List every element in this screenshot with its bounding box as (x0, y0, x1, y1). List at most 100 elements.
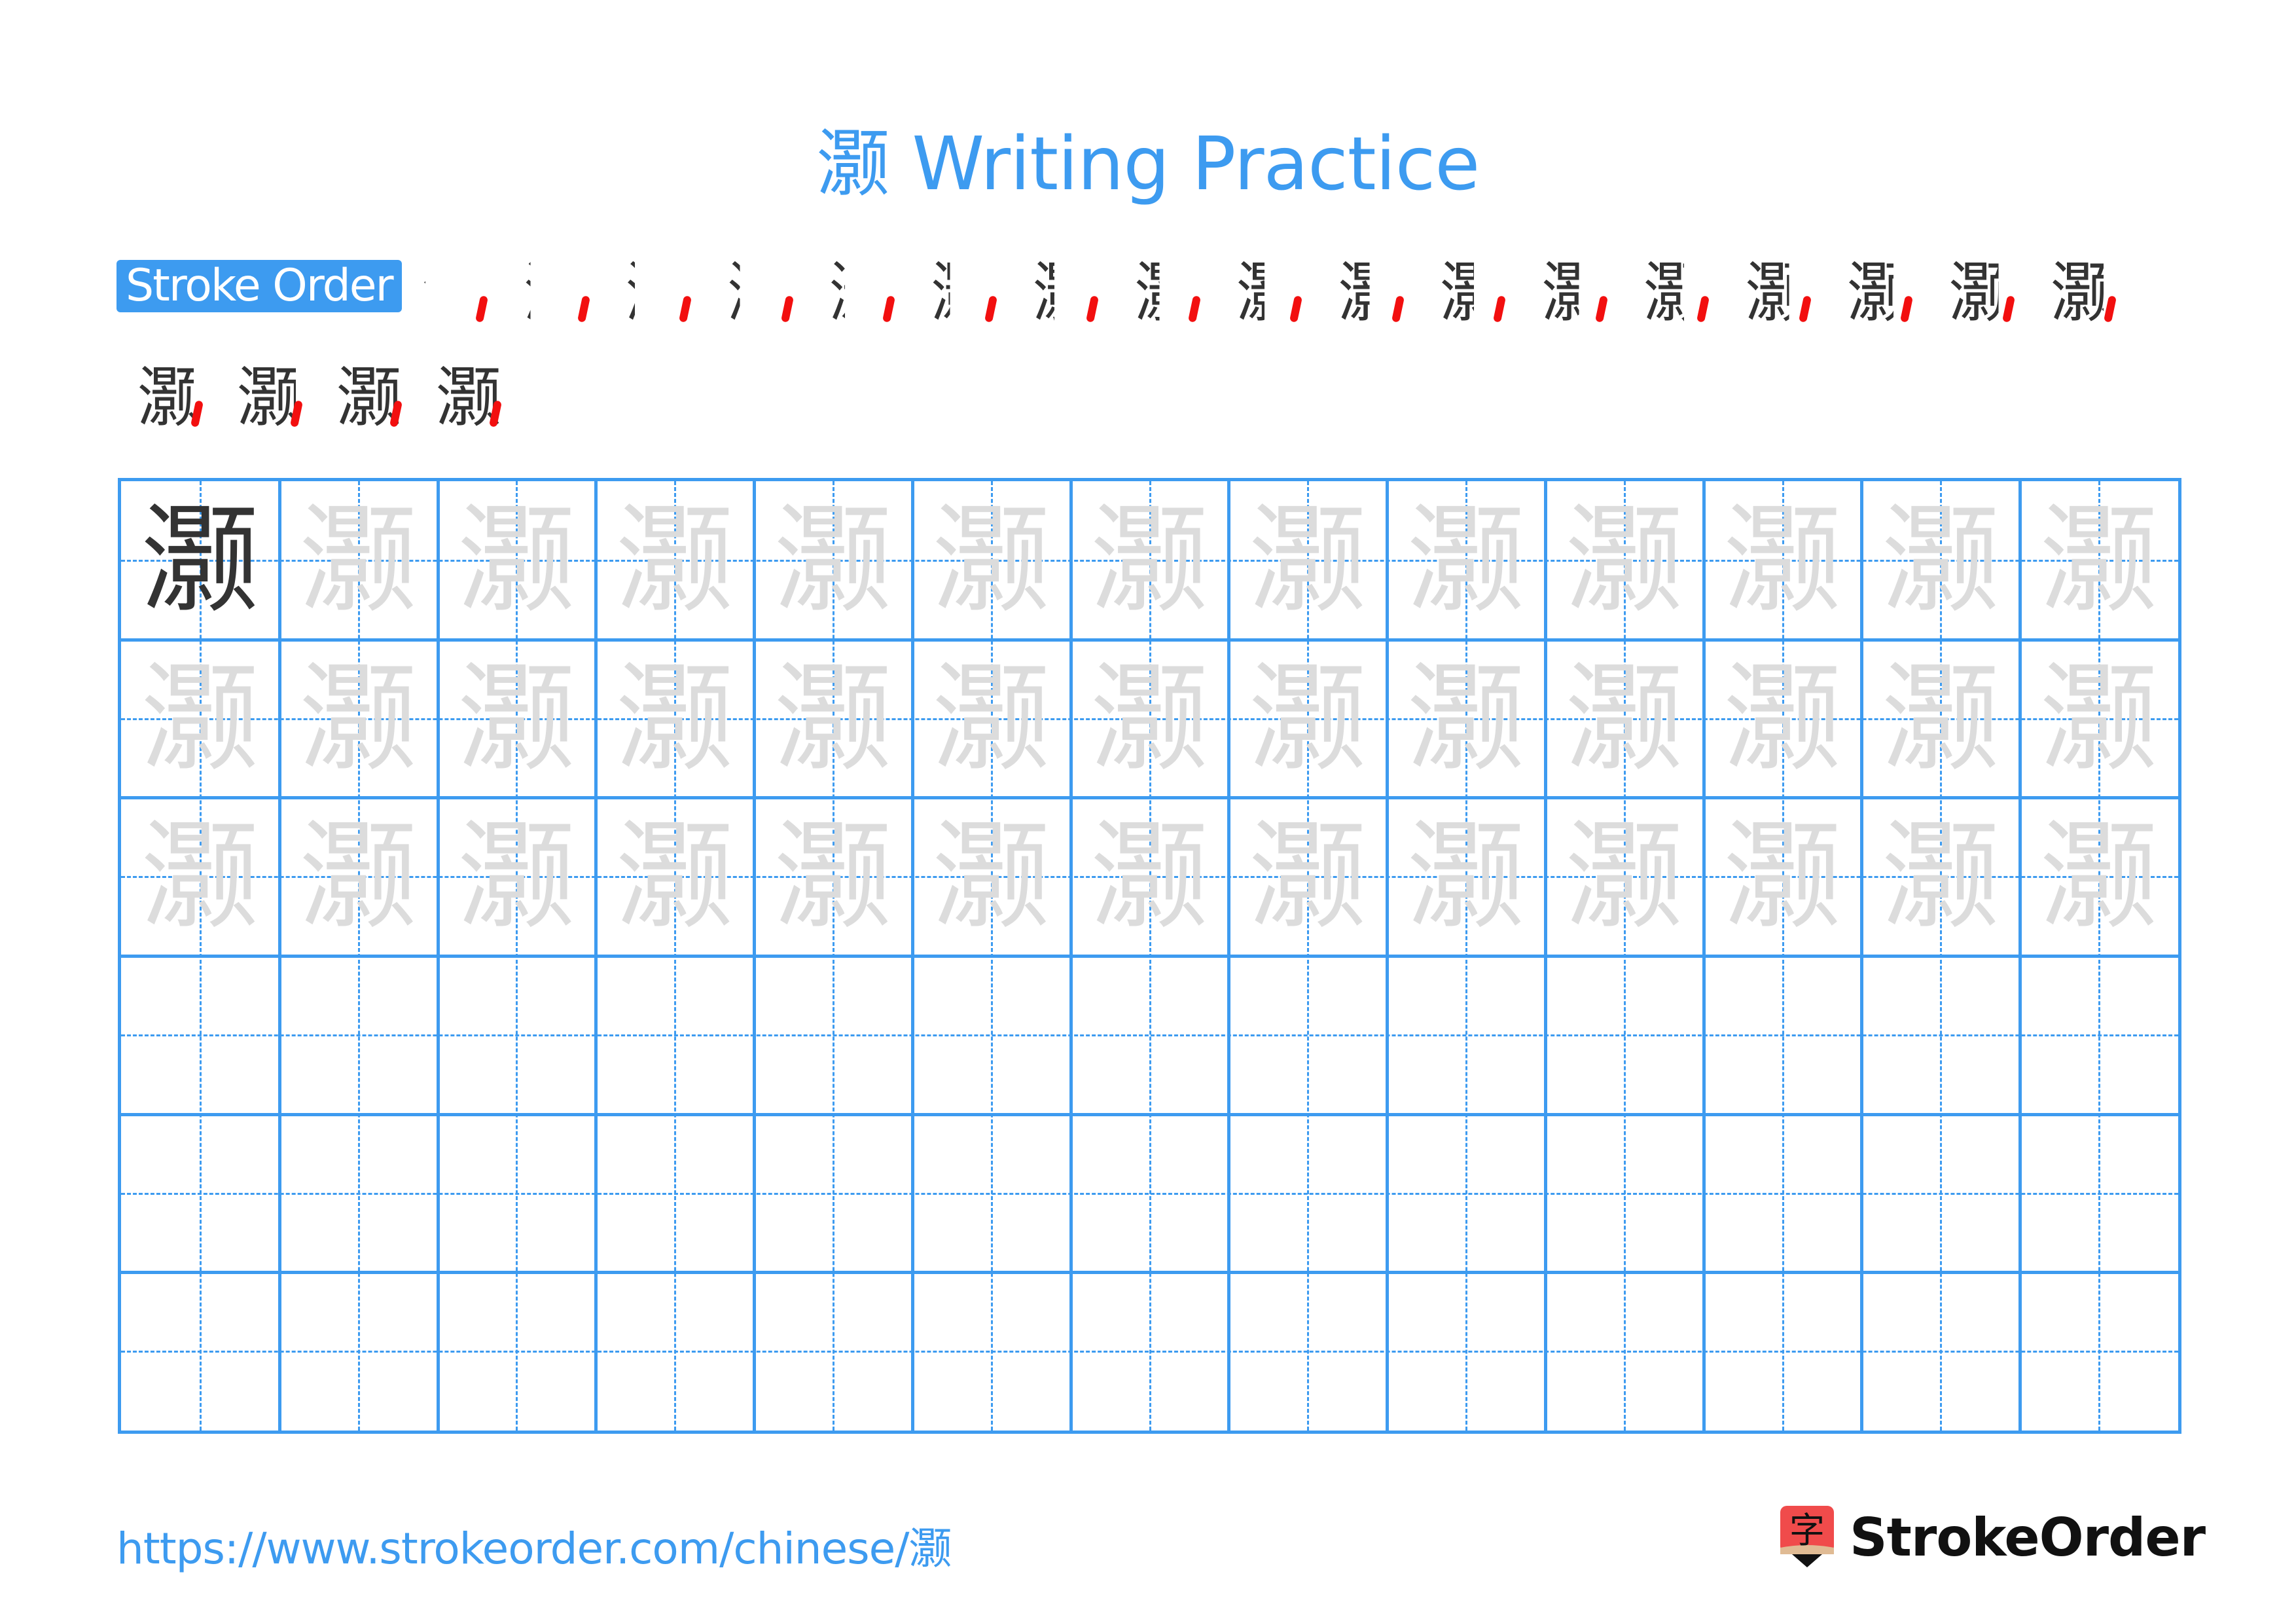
practice-cell[interactable] (1704, 1114, 1862, 1273)
stroke-step-4: 灏 (718, 254, 803, 333)
practice-cell[interactable] (438, 956, 596, 1114)
practice-cell[interactable]: 灏 (596, 640, 754, 798)
practice-cell[interactable] (279, 1114, 438, 1273)
practice-cell[interactable] (1387, 956, 1545, 1114)
practice-cell[interactable]: 灏 (1861, 640, 2020, 798)
trace-character: 灏 (1565, 809, 1683, 946)
practice-cell[interactable]: 灏 (1704, 797, 1862, 956)
practice-cell[interactable]: 灏 (754, 640, 912, 798)
practice-cell[interactable] (1229, 1272, 1387, 1431)
practice-cell[interactable]: 灏 (1704, 481, 1862, 640)
practice-cell[interactable]: 灏 (2020, 640, 2178, 798)
practice-cell[interactable]: 灏 (279, 481, 438, 640)
practice-cell[interactable] (1861, 1272, 2020, 1431)
current-stroke-highlight (678, 295, 692, 323)
practice-cell[interactable] (438, 1114, 596, 1273)
practice-cell[interactable]: 灏 (1545, 640, 1704, 798)
practice-cell[interactable]: 灏 (1545, 797, 1704, 956)
practice-cell[interactable] (1704, 1272, 1862, 1431)
practice-cell[interactable] (121, 1272, 279, 1431)
practice-cell[interactable] (438, 1272, 596, 1431)
practice-cell[interactable]: 灏 (754, 481, 912, 640)
practice-cell[interactable]: 灏 (912, 797, 1071, 956)
practice-cell[interactable]: 灏 (912, 640, 1071, 798)
current-stroke-highlight (1391, 295, 1405, 323)
stroke-order-badge: Stroke Order (117, 260, 402, 312)
practice-cell[interactable]: 灏 (596, 481, 754, 640)
practice-cell[interactable] (596, 956, 754, 1114)
trace-character: 灏 (1249, 492, 1367, 629)
practice-cell[interactable]: 灏 (1387, 797, 1545, 956)
practice-cell[interactable] (279, 1272, 438, 1431)
practice-cell[interactable]: 灏 (121, 797, 279, 956)
stroke-step-18: 灏 (128, 359, 213, 437)
practice-cell[interactable] (912, 1114, 1071, 1273)
practice-cell[interactable]: 灏 (1229, 481, 1387, 640)
practice-cell[interactable]: 灏 (754, 797, 912, 956)
practice-cell[interactable]: 灏 (1229, 640, 1387, 798)
trace-character: 灏 (1090, 650, 1209, 788)
practice-cell[interactable]: 灏 (912, 481, 1071, 640)
practice-cell[interactable] (279, 956, 438, 1114)
practice-cell[interactable] (754, 1272, 912, 1431)
practice-cell[interactable]: 灏 (438, 640, 596, 798)
practice-cell[interactable] (1387, 1114, 1545, 1273)
practice-cell[interactable] (1545, 956, 1704, 1114)
practice-cell[interactable]: 灏 (1071, 797, 1229, 956)
practice-cell[interactable] (754, 956, 912, 1114)
practice-cell[interactable] (121, 956, 279, 1114)
practice-cell[interactable]: 灏 (596, 797, 754, 956)
trace-character: 灏 (1090, 809, 1209, 946)
practice-cell[interactable] (1071, 1272, 1229, 1431)
practice-cell[interactable] (754, 1114, 912, 1273)
trace-character: 灏 (1407, 809, 1526, 946)
practice-cell[interactable] (596, 1272, 754, 1431)
practice-cell[interactable]: 灏 (438, 797, 596, 956)
practice-cell[interactable]: 灏 (121, 640, 279, 798)
stroke-step-17: 灏 (2041, 254, 2126, 333)
trace-character: 灏 (1882, 809, 2000, 946)
practice-cell[interactable]: 灏 (1229, 797, 1387, 956)
practice-cell[interactable] (1861, 1114, 2020, 1273)
practice-cell[interactable] (1229, 1114, 1387, 1273)
practice-cell[interactable]: 灏 (2020, 481, 2178, 640)
practice-cell[interactable] (1387, 1272, 1545, 1431)
practice-cell[interactable] (121, 1114, 279, 1273)
practice-cell[interactable] (912, 1272, 1071, 1431)
practice-cell[interactable]: 灏 (1387, 481, 1545, 640)
trace-character: 灏 (1723, 809, 1842, 946)
practice-cell[interactable] (1071, 1114, 1229, 1273)
current-stroke-highlight (577, 295, 590, 323)
practice-cell[interactable]: 灏 (121, 481, 279, 640)
practice-cell[interactable] (596, 1114, 754, 1273)
stroke-step-2: 灏 (514, 254, 600, 333)
practice-cell[interactable]: 灏 (1861, 797, 2020, 956)
stroke-step-8: 灏 (1125, 254, 1210, 333)
page-title: 灏 Writing Practice (816, 122, 1480, 207)
practice-cell[interactable]: 灏 (2020, 797, 2178, 956)
practice-cell[interactable] (1704, 956, 1862, 1114)
practice-cell[interactable]: 灏 (438, 481, 596, 640)
practice-cell[interactable]: 灏 (1071, 640, 1229, 798)
practice-cell[interactable] (912, 956, 1071, 1114)
practice-cell[interactable]: 灏 (1704, 640, 1862, 798)
trace-character: 灏 (141, 650, 259, 788)
practice-cell[interactable] (1071, 956, 1229, 1114)
practice-cell[interactable] (2020, 1114, 2178, 1273)
practice-cell[interactable]: 灏 (279, 797, 438, 956)
practice-cell[interactable]: 灏 (1071, 481, 1229, 640)
practice-cell[interactable]: 灏 (279, 640, 438, 798)
trace-character: 灏 (932, 650, 1050, 788)
practice-cell[interactable] (1545, 1272, 1704, 1431)
practice-cell[interactable] (1861, 956, 2020, 1114)
practice-cell[interactable] (2020, 1272, 2178, 1431)
practice-cell[interactable]: 灏 (1861, 481, 2020, 640)
practice-cell[interactable]: 灏 (1387, 640, 1545, 798)
trace-character: 灏 (1090, 492, 1209, 629)
practice-cell[interactable] (1545, 1114, 1704, 1273)
practice-cell[interactable]: 灏 (1545, 481, 1704, 640)
source-url-link[interactable]: https://www.strokeorder.com/chinese/灏 (117, 1514, 952, 1577)
practice-cell[interactable] (2020, 956, 2178, 1114)
current-stroke-highlight (2103, 295, 2117, 323)
practice-cell[interactable] (1229, 956, 1387, 1114)
